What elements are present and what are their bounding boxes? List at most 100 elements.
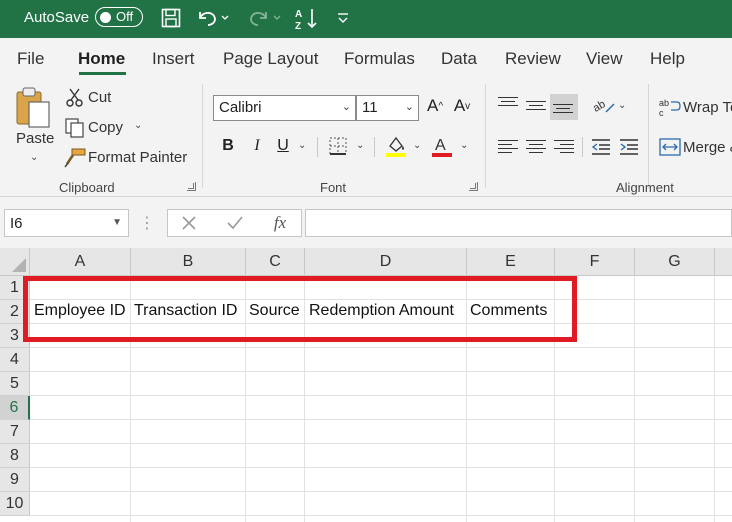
format-painter-icon[interactable]	[63, 147, 87, 169]
insert-function-button[interactable]: fx	[268, 211, 292, 235]
align-right-icon[interactable]	[554, 137, 576, 156]
copy-dropdown-icon[interactable]: ⌄	[134, 120, 142, 131]
tab-formulas[interactable]: Formulas	[344, 49, 415, 69]
cut-icon[interactable]	[64, 87, 86, 109]
svg-text:c: c	[659, 108, 664, 117]
decrease-font-size-icon[interactable]: Av	[451, 94, 473, 118]
format-painter-label[interactable]: Format Painter	[88, 149, 187, 166]
svg-text:ab: ab	[659, 98, 669, 108]
row-header-4[interactable]: 4	[0, 348, 30, 372]
fill-color-icon[interactable]	[384, 133, 408, 159]
font-name-value: Calibri	[219, 99, 262, 116]
top-align-icon[interactable]	[498, 94, 520, 109]
increase-font-size-icon[interactable]: A ^	[424, 94, 446, 118]
tab-insert[interactable]: Insert	[152, 49, 195, 69]
paste-icon[interactable]	[14, 86, 54, 130]
borders-dropdown-icon[interactable]: ⌄	[356, 140, 364, 151]
customize-toolbar-icon[interactable]	[333, 4, 353, 32]
select-all-corner[interactable]	[0, 248, 30, 276]
active-tab-indicator	[79, 72, 126, 75]
row-header-5[interactable]: 5	[0, 372, 30, 396]
redo-icon[interactable]	[245, 4, 283, 32]
align-center-icon[interactable]	[526, 137, 548, 156]
row-header-9[interactable]: 9	[0, 468, 30, 492]
column-header-d[interactable]: D	[305, 248, 467, 276]
wrap-text-label[interactable]: Wrap Te	[683, 99, 732, 116]
group-separator	[648, 84, 649, 188]
save-icon[interactable]	[157, 4, 185, 32]
decrease-indent-icon[interactable]	[590, 136, 612, 158]
chevron-down-icon: ⌄	[404, 101, 414, 113]
merge-label[interactable]: Merge &	[683, 139, 732, 156]
svg-text:Z: Z	[295, 21, 301, 30]
fill-color-dropdown-icon[interactable]: ⌄	[413, 140, 421, 151]
column-header-a[interactable]: A	[30, 248, 131, 276]
tab-view[interactable]: View	[586, 49, 623, 69]
autosave-state: Off	[116, 9, 134, 24]
divider	[374, 137, 375, 157]
gridline	[30, 515, 732, 516]
wrap-text-icon[interactable]: ab c	[658, 96, 682, 118]
borders-icon[interactable]	[327, 135, 349, 157]
merge-center-icon[interactable]	[658, 136, 682, 158]
tab-file[interactable]: File	[17, 49, 44, 69]
row-header-6[interactable]: 6	[0, 396, 30, 420]
font-color-dropdown-icon[interactable]: ⌄	[460, 140, 468, 151]
cut-label[interactable]: Cut	[88, 89, 111, 106]
divider	[582, 137, 583, 157]
font-size-value: 11	[362, 99, 378, 116]
tab-help[interactable]: Help	[650, 49, 685, 69]
font-size-select[interactable]: 11 ⌄	[356, 95, 419, 121]
resize-handle-icon[interactable]: ⋮	[139, 213, 155, 233]
underline-dropdown-icon[interactable]: ⌄	[298, 140, 306, 151]
ribbon: Paste ⌄ Cut Copy ⌄ Format Painter Clipbo…	[0, 80, 732, 197]
paste-dropdown-icon[interactable]: ⌄	[30, 152, 38, 163]
font-color-icon[interactable]: A	[430, 133, 454, 159]
align-left-icon[interactable]	[498, 137, 520, 156]
formula-bar: I6 ▼ ⋮ fx	[0, 197, 732, 248]
copy-label[interactable]: Copy	[88, 119, 123, 136]
column-header-f[interactable]: F	[555, 248, 635, 276]
column-header-e[interactable]: E	[467, 248, 555, 276]
copy-icon[interactable]	[63, 117, 87, 139]
gridline	[30, 419, 732, 420]
paste-label[interactable]: Paste	[16, 130, 54, 147]
column-header-c[interactable]: C	[246, 248, 305, 276]
row-header-7[interactable]: 7	[0, 420, 30, 444]
font-group-label: Font	[320, 180, 347, 195]
middle-align-icon[interactable]	[526, 98, 548, 113]
spreadsheet-grid: A B C D E F G 1 2 3 4 5 6 7 8 9 10 Emplo…	[0, 248, 732, 522]
orientation-icon[interactable]: ab	[590, 93, 618, 117]
autosave-label: AutoSave	[24, 9, 90, 26]
underline-button[interactable]: U	[273, 134, 293, 158]
highlight-annotation-box	[23, 276, 577, 342]
tab-home[interactable]: Home	[78, 49, 125, 69]
font-launcher-icon[interactable]	[469, 182, 478, 191]
cancel-icon[interactable]	[178, 212, 200, 234]
divider	[317, 137, 318, 157]
orientation-dropdown-icon[interactable]: ⌄	[618, 100, 626, 111]
column-header-g[interactable]: G	[635, 248, 715, 276]
undo-icon[interactable]	[195, 4, 231, 32]
font-name-select[interactable]: Calibri ⌄	[213, 95, 356, 121]
column-header-h[interactable]	[715, 248, 732, 276]
tab-page-layout[interactable]: Page Layout	[223, 49, 318, 69]
name-box-value: I6	[10, 215, 23, 232]
column-header-b[interactable]: B	[131, 248, 246, 276]
increase-indent-icon[interactable]	[618, 136, 640, 158]
gridline	[634, 276, 635, 522]
enter-icon[interactable]	[224, 212, 246, 234]
bottom-align-icon[interactable]	[550, 94, 578, 120]
name-box[interactable]: I6 ▼	[4, 209, 129, 237]
bold-button[interactable]: B	[218, 134, 238, 158]
row-header-10[interactable]: 10	[0, 492, 30, 516]
sort-icon[interactable]: AZ	[293, 4, 321, 32]
formula-input[interactable]	[305, 209, 732, 237]
tab-data[interactable]: Data	[441, 49, 477, 69]
tab-review[interactable]: Review	[505, 49, 561, 69]
clipboard-launcher-icon[interactable]	[187, 182, 196, 191]
title-bar: AutoSave Off AZ	[0, 0, 732, 38]
italic-button[interactable]: I	[247, 134, 267, 158]
autosave-toggle[interactable]: Off	[95, 7, 143, 27]
row-header-8[interactable]: 8	[0, 444, 30, 468]
